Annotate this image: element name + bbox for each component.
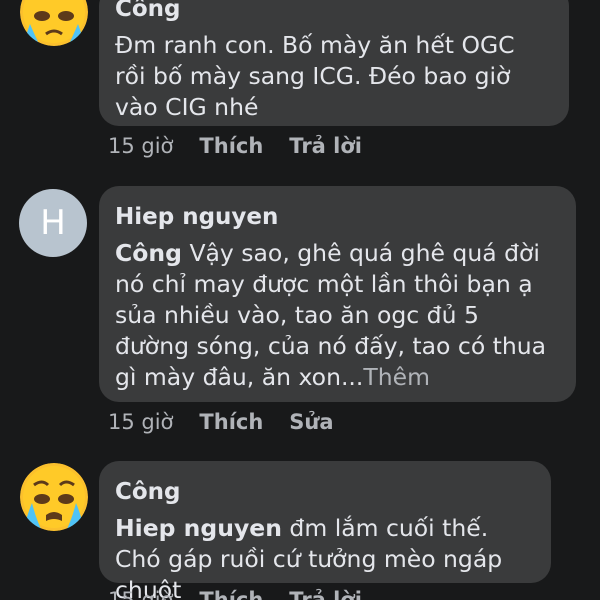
comment-bubble: Công Hiep nguyen đm lắm cuối thế. Chó gá…	[99, 461, 551, 600]
crying-face-icon	[20, 0, 88, 46]
edit-button[interactable]: Sửa	[289, 410, 333, 434]
like-button[interactable]: Thích	[199, 410, 263, 434]
comment-time[interactable]: 15 giờ	[108, 588, 173, 600]
comment-actions: 15 giờ Thích Trả lời	[108, 588, 388, 600]
comment-time[interactable]: 15 giờ	[108, 134, 173, 158]
avatar-letter: H	[40, 203, 66, 243]
comment-text: Đm ranh con. Bố mày ăn hết OGC rồi bố mà…	[115, 31, 515, 121]
comment-thread: Công Đm ranh con. Bố mày ăn hết OGC rồi …	[0, 0, 600, 600]
see-more-link[interactable]: Thêm	[363, 363, 430, 391]
comment-time[interactable]: 15 giờ	[108, 410, 173, 434]
mention-tag[interactable]: Hiep nguyen	[115, 514, 282, 542]
comment-author[interactable]: Hiep nguyen	[115, 202, 558, 232]
comment-author[interactable]: Công	[115, 477, 533, 507]
comment-actions: 15 giờ Thích Trả lời	[108, 134, 388, 158]
comment-actions: 15 giờ Thích Sửa	[108, 410, 360, 434]
like-button[interactable]: Thích	[199, 134, 263, 158]
comment-author[interactable]: Công	[115, 0, 551, 24]
avatar[interactable]: H	[19, 189, 87, 257]
like-button[interactable]: Thích	[199, 588, 263, 600]
reply-button[interactable]: Trả lời	[289, 588, 362, 600]
mention-tag[interactable]: Công	[115, 239, 182, 267]
comment-body: Công Vậy sao, ghê quá ghê quá đời nó chỉ…	[115, 238, 558, 393]
comment-body: Hiep nguyen đm lắm cuối thế. Chó gáp ruồ…	[115, 513, 533, 600]
avatar-crying-emoji-icon[interactable]	[20, 463, 88, 531]
avatar-crying-emoji-icon[interactable]	[20, 0, 88, 46]
comment-bubble: Công Đm ranh con. Bố mày ăn hết OGC rồi …	[99, 0, 569, 126]
reply-button[interactable]: Trả lời	[289, 134, 362, 158]
comment-bubble: Hiep nguyen Công Vậy sao, ghê quá ghê qu…	[99, 186, 576, 402]
crying-face-icon	[20, 463, 88, 531]
